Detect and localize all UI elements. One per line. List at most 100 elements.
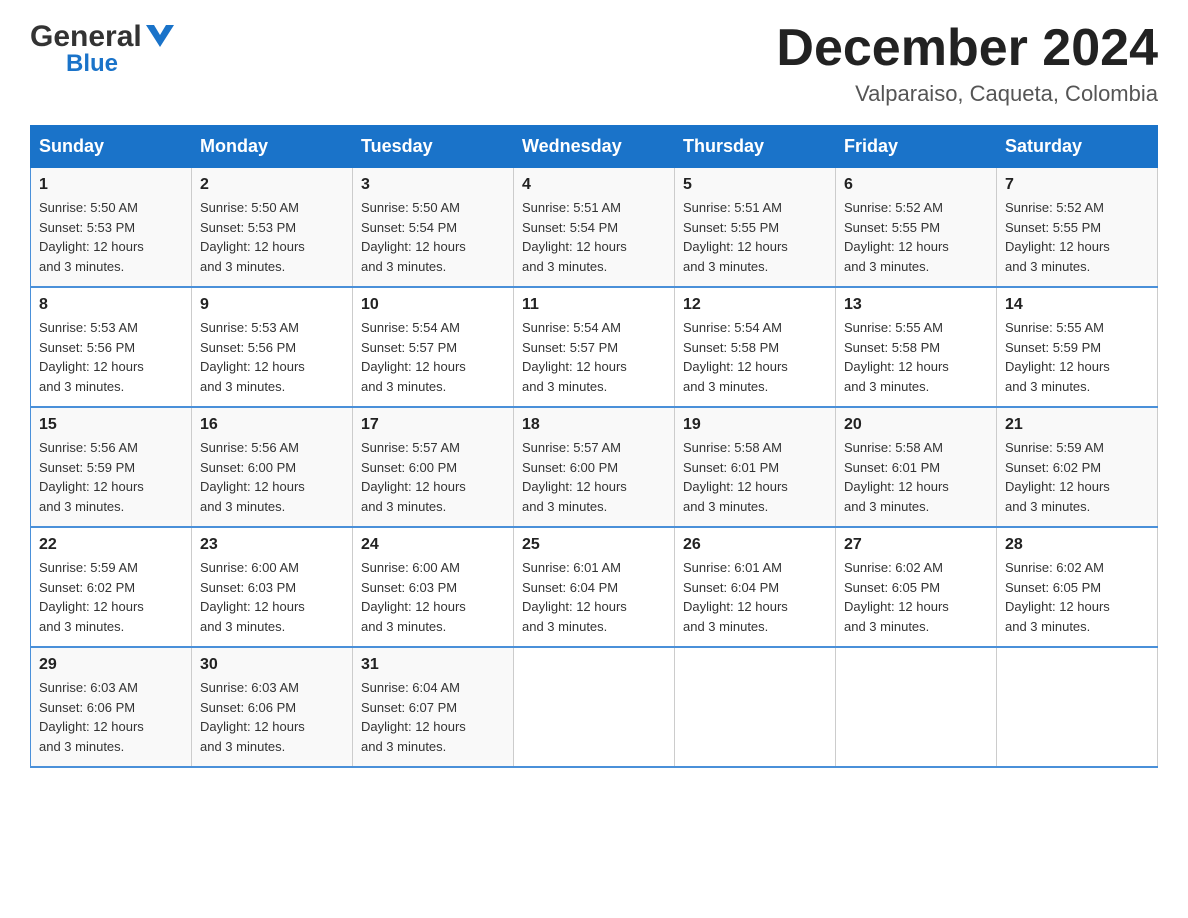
- day-number: 4: [522, 176, 666, 194]
- table-row: 12 Sunrise: 5:54 AM Sunset: 5:58 PM Dayl…: [675, 287, 836, 407]
- logo-arrow-icon: [146, 25, 174, 52]
- day-info: Sunrise: 5:50 AM Sunset: 5:54 PM Dayligh…: [361, 198, 505, 276]
- day-info: Sunrise: 5:58 AM Sunset: 6:01 PM Dayligh…: [683, 438, 827, 516]
- table-row: 23 Sunrise: 6:00 AM Sunset: 6:03 PM Dayl…: [192, 527, 353, 647]
- day-number: 6: [844, 176, 988, 194]
- day-number: 5: [683, 176, 827, 194]
- day-number: 3: [361, 176, 505, 194]
- table-row: 31 Sunrise: 6:04 AM Sunset: 6:07 PM Dayl…: [353, 647, 514, 767]
- table-row: 29 Sunrise: 6:03 AM Sunset: 6:06 PM Dayl…: [31, 647, 192, 767]
- day-info: Sunrise: 5:50 AM Sunset: 5:53 PM Dayligh…: [200, 198, 344, 276]
- table-row: 10 Sunrise: 5:54 AM Sunset: 5:57 PM Dayl…: [353, 287, 514, 407]
- table-row: 17 Sunrise: 5:57 AM Sunset: 6:00 PM Dayl…: [353, 407, 514, 527]
- month-title: December 2024: [776, 20, 1158, 77]
- calendar-week-row: 8 Sunrise: 5:53 AM Sunset: 5:56 PM Dayli…: [31, 287, 1158, 407]
- day-number: 24: [361, 536, 505, 554]
- day-number: 10: [361, 296, 505, 314]
- table-row: 15 Sunrise: 5:56 AM Sunset: 5:59 PM Dayl…: [31, 407, 192, 527]
- table-row: 14 Sunrise: 5:55 AM Sunset: 5:59 PM Dayl…: [997, 287, 1158, 407]
- day-number: 25: [522, 536, 666, 554]
- table-row: [836, 647, 997, 767]
- day-number: 21: [1005, 416, 1149, 434]
- table-row: 3 Sunrise: 5:50 AM Sunset: 5:54 PM Dayli…: [353, 168, 514, 288]
- day-number: 31: [361, 656, 505, 674]
- table-row: 4 Sunrise: 5:51 AM Sunset: 5:54 PM Dayli…: [514, 168, 675, 288]
- table-row: 6 Sunrise: 5:52 AM Sunset: 5:55 PM Dayli…: [836, 168, 997, 288]
- day-info: Sunrise: 5:52 AM Sunset: 5:55 PM Dayligh…: [844, 198, 988, 276]
- calendar-week-row: 29 Sunrise: 6:03 AM Sunset: 6:06 PM Dayl…: [31, 647, 1158, 767]
- table-row: [997, 647, 1158, 767]
- table-row: 11 Sunrise: 5:54 AM Sunset: 5:57 PM Dayl…: [514, 287, 675, 407]
- day-info: Sunrise: 5:59 AM Sunset: 6:02 PM Dayligh…: [39, 558, 183, 636]
- day-info: Sunrise: 5:55 AM Sunset: 5:59 PM Dayligh…: [1005, 318, 1149, 396]
- table-row: 2 Sunrise: 5:50 AM Sunset: 5:53 PM Dayli…: [192, 168, 353, 288]
- col-tuesday: Tuesday: [353, 126, 514, 168]
- day-info: Sunrise: 5:54 AM Sunset: 5:57 PM Dayligh…: [522, 318, 666, 396]
- logo: General Blue: [30, 20, 174, 78]
- day-number: 12: [683, 296, 827, 314]
- table-row: 5 Sunrise: 5:51 AM Sunset: 5:55 PM Dayli…: [675, 168, 836, 288]
- day-info: Sunrise: 6:03 AM Sunset: 6:06 PM Dayligh…: [200, 678, 344, 756]
- day-info: Sunrise: 5:51 AM Sunset: 5:54 PM Dayligh…: [522, 198, 666, 276]
- title-section: December 2024 Valparaiso, Caqueta, Colom…: [776, 20, 1158, 107]
- location: Valparaiso, Caqueta, Colombia: [776, 81, 1158, 107]
- calendar-table: Sunday Monday Tuesday Wednesday Thursday…: [30, 125, 1158, 768]
- day-info: Sunrise: 6:01 AM Sunset: 6:04 PM Dayligh…: [522, 558, 666, 636]
- day-info: Sunrise: 6:04 AM Sunset: 6:07 PM Dayligh…: [361, 678, 505, 756]
- day-number: 1: [39, 176, 183, 194]
- day-number: 19: [683, 416, 827, 434]
- day-info: Sunrise: 5:53 AM Sunset: 5:56 PM Dayligh…: [200, 318, 344, 396]
- day-info: Sunrise: 6:00 AM Sunset: 6:03 PM Dayligh…: [200, 558, 344, 636]
- day-number: 2: [200, 176, 344, 194]
- day-number: 30: [200, 656, 344, 674]
- calendar-week-row: 1 Sunrise: 5:50 AM Sunset: 5:53 PM Dayli…: [31, 168, 1158, 288]
- logo-general-text: General: [30, 20, 142, 54]
- day-info: Sunrise: 5:54 AM Sunset: 5:57 PM Dayligh…: [361, 318, 505, 396]
- day-info: Sunrise: 5:57 AM Sunset: 6:00 PM Dayligh…: [522, 438, 666, 516]
- day-info: Sunrise: 6:02 AM Sunset: 6:05 PM Dayligh…: [1005, 558, 1149, 636]
- day-number: 20: [844, 416, 988, 434]
- day-info: Sunrise: 5:55 AM Sunset: 5:58 PM Dayligh…: [844, 318, 988, 396]
- col-friday: Friday: [836, 126, 997, 168]
- day-info: Sunrise: 5:56 AM Sunset: 6:00 PM Dayligh…: [200, 438, 344, 516]
- day-number: 28: [1005, 536, 1149, 554]
- day-number: 16: [200, 416, 344, 434]
- day-info: Sunrise: 5:51 AM Sunset: 5:55 PM Dayligh…: [683, 198, 827, 276]
- day-number: 11: [522, 296, 666, 314]
- table-row: [514, 647, 675, 767]
- day-info: Sunrise: 6:02 AM Sunset: 6:05 PM Dayligh…: [844, 558, 988, 636]
- day-number: 15: [39, 416, 183, 434]
- day-number: 8: [39, 296, 183, 314]
- day-number: 14: [1005, 296, 1149, 314]
- day-info: Sunrise: 5:52 AM Sunset: 5:55 PM Dayligh…: [1005, 198, 1149, 276]
- day-number: 23: [200, 536, 344, 554]
- table-row: 19 Sunrise: 5:58 AM Sunset: 6:01 PM Dayl…: [675, 407, 836, 527]
- day-number: 22: [39, 536, 183, 554]
- day-number: 29: [39, 656, 183, 674]
- day-info: Sunrise: 5:54 AM Sunset: 5:58 PM Dayligh…: [683, 318, 827, 396]
- col-saturday: Saturday: [997, 126, 1158, 168]
- table-row: 27 Sunrise: 6:02 AM Sunset: 6:05 PM Dayl…: [836, 527, 997, 647]
- day-number: 26: [683, 536, 827, 554]
- table-row: 24 Sunrise: 6:00 AM Sunset: 6:03 PM Dayl…: [353, 527, 514, 647]
- day-info: Sunrise: 5:59 AM Sunset: 6:02 PM Dayligh…: [1005, 438, 1149, 516]
- day-number: 18: [522, 416, 666, 434]
- table-row: 30 Sunrise: 6:03 AM Sunset: 6:06 PM Dayl…: [192, 647, 353, 767]
- col-sunday: Sunday: [31, 126, 192, 168]
- day-info: Sunrise: 5:50 AM Sunset: 5:53 PM Dayligh…: [39, 198, 183, 276]
- day-number: 27: [844, 536, 988, 554]
- day-number: 7: [1005, 176, 1149, 194]
- calendar-week-row: 15 Sunrise: 5:56 AM Sunset: 5:59 PM Dayl…: [31, 407, 1158, 527]
- table-row: 26 Sunrise: 6:01 AM Sunset: 6:04 PM Dayl…: [675, 527, 836, 647]
- table-row: 7 Sunrise: 5:52 AM Sunset: 5:55 PM Dayli…: [997, 168, 1158, 288]
- col-wednesday: Wednesday: [514, 126, 675, 168]
- table-row: [675, 647, 836, 767]
- day-info: Sunrise: 5:58 AM Sunset: 6:01 PM Dayligh…: [844, 438, 988, 516]
- table-row: 16 Sunrise: 5:56 AM Sunset: 6:00 PM Dayl…: [192, 407, 353, 527]
- table-row: 22 Sunrise: 5:59 AM Sunset: 6:02 PM Dayl…: [31, 527, 192, 647]
- logo-blue-text: Blue: [66, 50, 118, 78]
- table-row: 1 Sunrise: 5:50 AM Sunset: 5:53 PM Dayli…: [31, 168, 192, 288]
- day-info: Sunrise: 5:57 AM Sunset: 6:00 PM Dayligh…: [361, 438, 505, 516]
- table-row: 20 Sunrise: 5:58 AM Sunset: 6:01 PM Dayl…: [836, 407, 997, 527]
- calendar-header-row: Sunday Monday Tuesday Wednesday Thursday…: [31, 126, 1158, 168]
